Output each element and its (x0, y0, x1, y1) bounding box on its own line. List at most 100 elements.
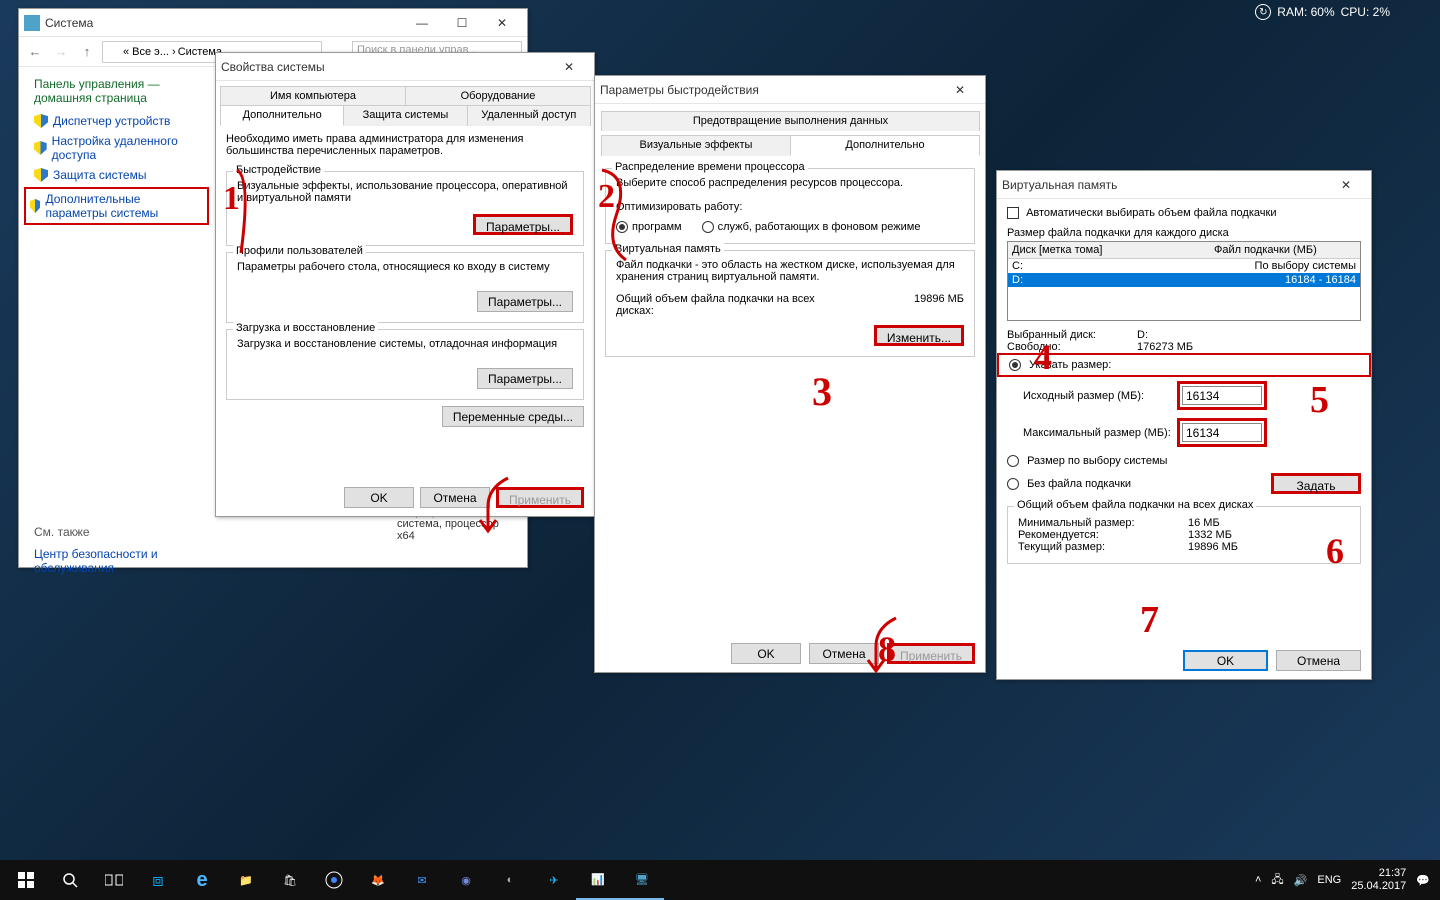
tray-notification-icon[interactable]: 💬 (1416, 874, 1430, 887)
store-icon[interactable]: 🛍 (268, 860, 312, 900)
radio-icon (1009, 359, 1021, 371)
tray-volume-icon[interactable]: 🔊 (1294, 874, 1308, 887)
ok-button[interactable]: OK (1183, 650, 1268, 671)
tray-chevron-up-icon[interactable]: ˄ (1255, 874, 1261, 886)
taskbar[interactable]: ⧈ e 📁 🛍 🦊 ✉ ◉ ◐ ✈ 📊 🖥 ˄ 🖧 🔊 ENG 21:37 25… (0, 860, 1440, 900)
discord-icon[interactable]: ◉ (444, 860, 488, 900)
ok-button[interactable]: OK (731, 643, 801, 664)
apply-button[interactable]: Применить (887, 643, 975, 664)
ok-button[interactable]: OK (344, 487, 414, 508)
radio-custom-size[interactable]: Указать размер: (997, 353, 1371, 377)
cancel-button[interactable]: Отмена (809, 643, 879, 664)
tab-advanced[interactable]: Дополнительно (220, 105, 344, 126)
nav-up-icon[interactable]: ↑ (76, 41, 98, 63)
search-icon[interactable] (48, 860, 92, 900)
sidebar-item-protection[interactable]: Защита системы (24, 165, 209, 185)
see-also-heading: См. также (34, 525, 209, 539)
sizes-label: Размер файла подкачки для каждого диска (997, 227, 1371, 239)
tab-remote[interactable]: Удаленный доступ (467, 105, 591, 126)
telegram-icon[interactable]: ✈ (532, 860, 576, 900)
sched-desc: Выберите способ распределения ресурсов п… (616, 177, 964, 189)
auto-manage-row[interactable]: Автоматически выбирать объем файла подка… (997, 199, 1371, 227)
profiles-settings-button[interactable]: Параметры... (477, 291, 573, 312)
set-button[interactable]: Задать (1271, 473, 1361, 494)
auto-manage-label: Автоматически выбирать объем файла подка… (1026, 207, 1276, 219)
min-button[interactable]: — (402, 10, 442, 36)
tray-network-icon[interactable]: 🖧 (1271, 871, 1283, 890)
radio-system-managed[interactable]: Размер по выбору системы (997, 451, 1371, 471)
thunderbird-icon[interactable]: ✉ (400, 860, 444, 900)
system-tray: ˄ 🖧 🔊 ENG 21:37 25.04.2017 💬 (1255, 867, 1436, 893)
see-also-link[interactable]: Центр безопасности и обслуживания (34, 547, 209, 575)
group-title: Общий объем файла подкачки на всех диска… (1014, 499, 1256, 511)
vm-change-button[interactable]: Изменить... (874, 325, 964, 346)
explorer-icon[interactable]: 📁 (224, 860, 268, 900)
tray-lang[interactable]: ENG (1317, 874, 1341, 886)
startup-settings-button[interactable]: Параметры... (477, 368, 573, 389)
tray-clock[interactable]: 21:37 25.04.2017 (1351, 867, 1406, 893)
titlebar[interactable]: Виртуальная память ✕ (997, 171, 1371, 199)
drive-list[interactable]: Диск [метка тома]Файл подкачки (МБ) C: П… (1007, 241, 1361, 321)
drive-row-c[interactable]: C: По выбору системы (1008, 259, 1360, 273)
close-button[interactable]: ✕ (940, 77, 980, 103)
performance-group: Быстродействие Визуальные эффекты, испол… (226, 171, 584, 246)
close-button[interactable]: ✕ (549, 54, 589, 80)
performance-settings-button[interactable]: Параметры... (473, 214, 573, 235)
firefox-icon[interactable]: 🦊 (356, 860, 400, 900)
nav-back-icon[interactable]: ← (24, 41, 46, 63)
titlebar[interactable]: Параметры быстродействия ✕ (595, 76, 985, 104)
tab-hardware[interactable]: Оборудование (405, 86, 591, 106)
radio-icon (702, 221, 714, 233)
optimize-label: Оптимизировать работу: (616, 201, 964, 213)
tab-advanced[interactable]: Дополнительно (790, 135, 980, 156)
cancel-button[interactable]: Отмена (420, 487, 490, 508)
titlebar[interactable]: Система — ☐ ✕ (19, 9, 527, 37)
radio-services[interactable]: служб, работающих в фоновом режиме (702, 221, 921, 233)
tab-dep[interactable]: Предотвращение выполнения данных (601, 111, 980, 131)
close-button[interactable]: ✕ (482, 10, 522, 36)
edge-icon[interactable]: e (180, 860, 224, 900)
window-title: Система (45, 16, 402, 30)
close-button[interactable]: ✕ (1326, 172, 1366, 198)
max-button[interactable]: ☐ (442, 10, 482, 36)
breadcrumb-prefix: « Все э... › (123, 46, 176, 58)
max-size-input[interactable] (1182, 423, 1262, 442)
tab-visual-effects[interactable]: Визуальные эффекты (601, 135, 791, 156)
radio-label: служб, работающих в фоновом режиме (718, 221, 921, 233)
titlebar[interactable]: Свойства системы ✕ (216, 53, 594, 81)
group-title: Загрузка и восстановление (233, 322, 378, 334)
drive-pagefile: По выбору системы (1206, 260, 1356, 272)
sidebar-item-remote[interactable]: Настройка удаленного доступа (24, 131, 209, 165)
steam-icon[interactable]: ◐ (488, 860, 532, 900)
apply-button[interactable]: Применить (496, 487, 584, 508)
radio-label: программ (632, 221, 682, 233)
checkbox-icon[interactable] (1007, 207, 1019, 219)
app-icon[interactable]: 🖥 (620, 860, 664, 900)
cancel-button[interactable]: Отмена (1276, 650, 1361, 671)
startup-desc: Загрузка и восстановление системы, отлад… (237, 338, 573, 350)
radio-programs[interactable]: программ (616, 221, 682, 233)
nav-fwd-icon[interactable]: → (50, 41, 72, 63)
tab-computer-name[interactable]: Имя компьютера (220, 86, 406, 106)
tab-row-top: Предотвращение выполнения данных (601, 110, 979, 131)
start-button[interactable] (4, 860, 48, 900)
sidebar-item-device-manager[interactable]: Диспетчер устройств (24, 111, 209, 131)
drive-row-d[interactable]: D: 16184 - 16184 (1008, 273, 1360, 287)
chrome-icon[interactable] (312, 860, 356, 900)
sidebar-item-label: Диспетчер устройств (53, 114, 170, 128)
radio-no-paging[interactable]: Без файла подкачки (1007, 478, 1271, 490)
initial-size-input[interactable] (1182, 386, 1262, 405)
taskmgr-icon[interactable]: 📊 (576, 860, 620, 900)
profiles-group: Профили пользователей Параметры рабочего… (226, 252, 584, 323)
performance-desc: Визуальные эффекты, использование процес… (237, 180, 573, 204)
total-pagefile-group: Общий объем файла подкачки на всех диска… (1007, 506, 1361, 564)
free-space-label: Свободно: (1007, 341, 1137, 353)
taskview-icon[interactable] (92, 860, 136, 900)
group-title: Распределение времени процессора (612, 161, 808, 173)
tab-protection[interactable]: Защита системы (343, 105, 467, 126)
sidebar-item-advanced[interactable]: Дополнительные параметры системы (24, 187, 209, 225)
windows-icon (18, 872, 34, 888)
sidebar-item-label: Настройка удаленного доступа (52, 134, 209, 162)
env-vars-button[interactable]: Переменные среды... (442, 406, 584, 427)
dropbox-icon[interactable]: ⧈ (136, 860, 180, 900)
